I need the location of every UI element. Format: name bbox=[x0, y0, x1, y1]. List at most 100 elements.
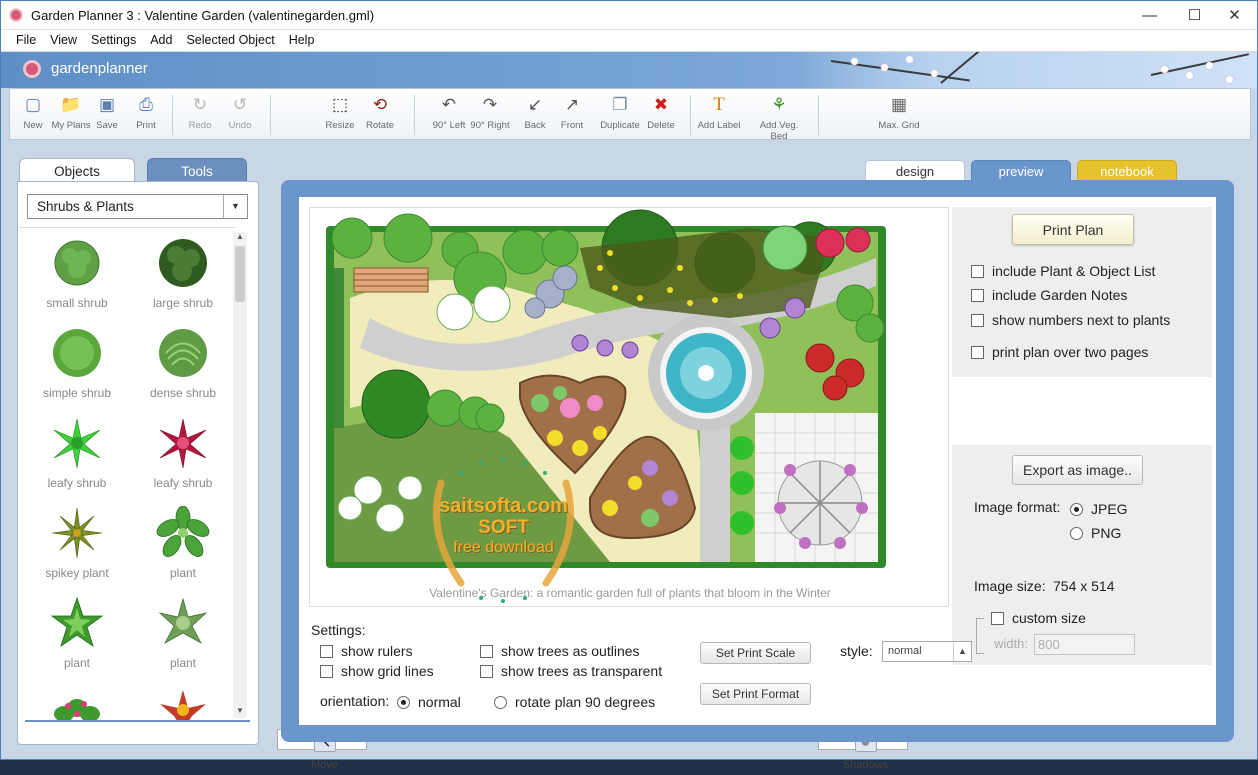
include-garden-notes-checkbox[interactable]: include Garden Notes bbox=[971, 287, 1127, 303]
menu-selected-object[interactable]: Selected Object bbox=[179, 30, 281, 51]
tab-design[interactable]: design bbox=[865, 160, 965, 181]
plant-icon bbox=[156, 506, 210, 558]
chevron-up-icon[interactable]: ▲ bbox=[953, 642, 971, 661]
show-numbers-checkbox[interactable]: show numbers next to plants bbox=[971, 312, 1170, 328]
dense-shrub-icon bbox=[159, 329, 207, 377]
print-icon: ⎙ bbox=[139, 95, 153, 114]
menu-view[interactable]: View bbox=[43, 30, 84, 51]
checkbox-icon[interactable] bbox=[971, 265, 984, 278]
plant-item-plant-3[interactable]: plant bbox=[130, 596, 235, 670]
checkbox-icon[interactable] bbox=[480, 665, 493, 678]
rotate-90-left-button[interactable]: ↶ 90° Left bbox=[426, 94, 472, 131]
undo-button[interactable]: ↺ Undo bbox=[217, 94, 263, 131]
export-image-button[interactable]: Export as image.. bbox=[1012, 455, 1143, 485]
settings-label: Settings: bbox=[311, 622, 366, 638]
veg-bed-icon: ⚘ bbox=[771, 95, 787, 114]
png-radio[interactable]: PNG bbox=[1070, 525, 1121, 541]
checkbox-icon[interactable] bbox=[971, 314, 984, 327]
folder-icon: 📁 bbox=[60, 95, 82, 114]
radio-selected-icon[interactable] bbox=[1070, 503, 1083, 516]
plant-item-leafy-shrub-green[interactable]: leafy shrub bbox=[24, 416, 130, 490]
orientation-rotate-radio[interactable]: rotate plan 90 degrees bbox=[494, 694, 655, 710]
set-print-scale-button[interactable]: Set Print Scale bbox=[700, 642, 811, 664]
small-shrub-icon bbox=[54, 240, 100, 286]
plant-list-scrollbar[interactable]: ▲ ▼ bbox=[233, 232, 247, 718]
flower-plant-icon bbox=[160, 690, 206, 721]
menu-help[interactable]: Help bbox=[282, 30, 322, 51]
delete-button[interactable]: ✖ Delete bbox=[638, 94, 684, 131]
menu-settings[interactable]: Settings bbox=[84, 30, 143, 51]
jpeg-radio[interactable]: JPEG bbox=[1070, 501, 1128, 517]
radio-icon[interactable] bbox=[1070, 527, 1083, 540]
plant-item-partial-2[interactable] bbox=[130, 686, 235, 721]
print-plan-button[interactable]: Print Plan bbox=[1012, 214, 1134, 245]
checkbox-icon[interactable] bbox=[971, 346, 984, 359]
checkbox-icon[interactable] bbox=[991, 612, 1004, 625]
duplicate-button[interactable]: ❐ Duplicate bbox=[597, 94, 643, 131]
menu-add[interactable]: Add bbox=[143, 30, 179, 51]
tab-notebook[interactable]: notebook bbox=[1077, 160, 1177, 181]
width-input[interactable]: 800 bbox=[1034, 634, 1135, 655]
tab-objects[interactable]: Objects bbox=[19, 158, 135, 182]
leafy-shrub-red-icon bbox=[159, 418, 207, 469]
save-icon: ▣ bbox=[98, 95, 116, 114]
radio-selected-icon[interactable] bbox=[397, 696, 410, 709]
orientation-normal-radio[interactable]: normal bbox=[397, 694, 461, 710]
plant-item-dense-shrub[interactable]: dense shrub bbox=[130, 326, 235, 400]
checkbox-icon[interactable] bbox=[480, 645, 493, 658]
tab-tools[interactable]: Tools bbox=[147, 158, 247, 182]
plant-item-leafy-shrub-red[interactable]: leafy shrub bbox=[130, 416, 235, 490]
menu-bar: File View Settings Add Selected Object Help bbox=[1, 30, 1257, 52]
add-veg-bed-button[interactable]: ⚘ Add Veg. Bed bbox=[750, 94, 808, 142]
plant-item-spikey-plant[interactable]: spikey plant bbox=[24, 506, 130, 580]
minimize-button[interactable]: — bbox=[1127, 1, 1172, 30]
trees-outlines-checkbox[interactable]: show trees as outlines bbox=[480, 643, 640, 659]
plant-item-large-shrub[interactable]: large shrub bbox=[130, 236, 235, 310]
custom-size-checkbox[interactable]: custom size bbox=[991, 610, 1086, 626]
checkbox-icon[interactable] bbox=[320, 645, 333, 658]
window-title: Garden Planner 3 : Valentine Garden (val… bbox=[31, 8, 375, 23]
plant-item-plant-2[interactable]: plant bbox=[24, 596, 130, 670]
rotate-button[interactable]: ⟲ Rotate bbox=[357, 94, 403, 131]
include-plant-list-checkbox[interactable]: include Plant & Object List bbox=[971, 263, 1155, 279]
checkbox-icon[interactable] bbox=[971, 289, 984, 302]
add-label-button[interactable]: T Add Label bbox=[696, 94, 742, 131]
print-two-pages-checkbox[interactable]: print plan over two pages bbox=[971, 344, 1148, 360]
gardenplanner-logo-icon bbox=[23, 60, 41, 78]
scroll-down-icon[interactable]: ▼ bbox=[233, 706, 247, 718]
maximize-button[interactable]: ☐ bbox=[1172, 1, 1217, 30]
scroll-up-icon[interactable]: ▲ bbox=[233, 232, 247, 244]
bring-front-button[interactable]: ↗ Front bbox=[549, 94, 595, 131]
plant-item-partial-1[interactable] bbox=[24, 686, 130, 721]
show-grid-lines-checkbox[interactable]: show grid lines bbox=[320, 663, 434, 679]
print-button[interactable]: ⎙ Print bbox=[123, 94, 169, 131]
tab-preview[interactable]: preview bbox=[971, 160, 1071, 181]
rotate-right-icon: ↷ bbox=[482, 95, 498, 114]
checkbox-icon[interactable] bbox=[320, 665, 333, 678]
grid-icon: ▦ bbox=[890, 95, 908, 114]
plant-item-small-shrub[interactable]: small shrub bbox=[24, 236, 130, 310]
app-icon bbox=[9, 8, 23, 22]
main-toolbar: ▢ New 📁 My Plans ▣ Save ⎙ Print ↻ Redo ↺ Undo … bbox=[9, 88, 1251, 771]
radio-icon[interactable] bbox=[494, 696, 507, 709]
style-label: style: bbox=[840, 643, 873, 659]
style-value: normal bbox=[888, 645, 922, 657]
objects-panel: Shrubs & Plants ▼ small shrub large shru… bbox=[17, 181, 259, 745]
show-rulers-checkbox[interactable]: show rulers bbox=[320, 643, 413, 659]
image-size-label: Image size: bbox=[974, 578, 1046, 594]
style-select[interactable]: normal ▲ bbox=[882, 641, 972, 662]
set-print-format-button[interactable]: Set Print Format bbox=[700, 683, 811, 705]
plant-item-plant-1[interactable]: plant bbox=[130, 506, 235, 580]
trees-transparent-checkbox[interactable]: show trees as transparent bbox=[480, 663, 662, 679]
blossom-banner-image bbox=[797, 52, 1257, 88]
plant-item-simple-shrub[interactable]: simple shrub bbox=[24, 326, 130, 400]
menu-file[interactable]: File bbox=[9, 30, 43, 51]
close-button[interactable]: ✕ bbox=[1212, 1, 1257, 30]
max-grid-button[interactable]: ▦ Max. Grid bbox=[876, 94, 922, 131]
rotate-90-right-button[interactable]: ↷ 90° Right bbox=[467, 94, 513, 131]
plant-list: small shrub large shrub simple shrub den… bbox=[19, 227, 235, 721]
category-dropdown[interactable]: Shrubs & Plants ▼ bbox=[27, 194, 248, 219]
chevron-down-icon[interactable]: ▼ bbox=[223, 195, 247, 218]
watermark-line-3: free download bbox=[453, 539, 554, 556]
scrollbar-thumb[interactable] bbox=[235, 246, 245, 302]
